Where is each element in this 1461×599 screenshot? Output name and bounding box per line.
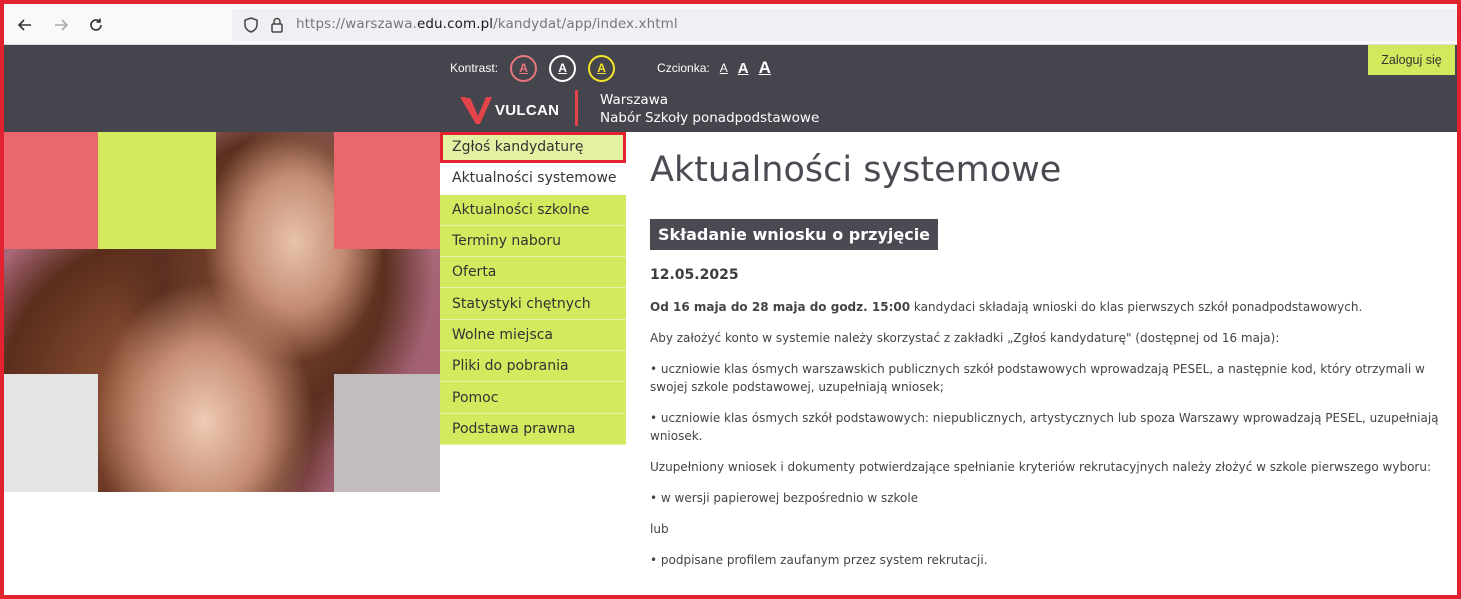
menu-item-wolne-miejsca[interactable]: Wolne miejsca xyxy=(440,319,626,352)
main-content: Aktualności systemowe Składanie wniosku … xyxy=(650,150,1445,569)
site-header: Kontrast: A A A Czcionka: A A A Zaloguj … xyxy=(4,45,1457,132)
contrast-label: Kontrast: xyxy=(450,61,499,75)
reload-button[interactable] xyxy=(83,12,109,38)
news-paragraph: • uczniowie klas ósmych szkół podstawowy… xyxy=(650,411,1439,443)
news-paragraph-text: kandydaci składają wnioski do klas pierw… xyxy=(910,300,1363,314)
contrast-white-button[interactable]: A xyxy=(549,54,577,82)
site-system-name: Nabór Szkoły ponadpodstawowe xyxy=(600,110,820,126)
url-text[interactable]: https://warszawa.edu.com.pl/kandydat/app… xyxy=(296,16,678,32)
shield-icon[interactable] xyxy=(242,16,260,34)
hero-photo xyxy=(4,132,440,492)
menu-item-zglos-kandydature[interactable]: Zgłoś kandydaturę xyxy=(440,132,626,164)
reload-icon xyxy=(90,18,102,31)
news-paragraph: lub xyxy=(650,522,669,536)
vulcan-logo[interactable]: VULCAN xyxy=(459,93,559,127)
side-menu: Zgłoś kandydaturę Aktualności systemowe … xyxy=(440,132,626,445)
news-deadline: Od 16 maja do 28 maja do godz. 15:00 xyxy=(650,300,911,314)
lock-icon[interactable] xyxy=(268,16,286,34)
font-size-label: Czcionka: xyxy=(657,61,710,75)
vulcan-logo-icon xyxy=(460,96,492,124)
logo-text: VULCAN xyxy=(495,101,560,119)
contrast-default-button[interactable]: A xyxy=(510,54,538,82)
browser-toolbar: https://warszawa.edu.com.pl/kandydat/app… xyxy=(4,4,1457,45)
menu-item-aktualnosci-szkolne[interactable]: Aktualności szkolne xyxy=(440,194,626,226)
logo-divider xyxy=(575,90,578,126)
page-title: Aktualności systemowe xyxy=(650,150,1062,190)
font-large-button[interactable]: A xyxy=(759,58,771,78)
address-bar[interactable]: https://warszawa.edu.com.pl/kandydat/app… xyxy=(232,9,1457,41)
login-button[interactable]: Zaloguj się xyxy=(1368,45,1455,75)
decor-tile-red xyxy=(334,132,440,249)
arrow-left-icon xyxy=(17,19,31,31)
news-paragraph: Od 16 maja do 28 maja do godz. 15:00 kan… xyxy=(650,298,1445,316)
menu-item-oferta[interactable]: Oferta xyxy=(440,257,626,289)
font-small-button[interactable]: A xyxy=(720,61,728,75)
news-paragraph: • podpisane profilem zaufanym przez syst… xyxy=(650,553,988,567)
forward-button[interactable] xyxy=(48,12,74,38)
news-date: 12.05.2025 xyxy=(650,267,739,283)
site-city: Warszawa xyxy=(600,92,669,108)
site-name: Warszawa Nabór Szkoły ponadpodstawowe xyxy=(600,91,819,127)
menu-item-aktualnosci-systemowe[interactable]: Aktualności systemowe xyxy=(440,163,626,195)
decor-tile-grey xyxy=(334,374,440,492)
decor-tile-red xyxy=(4,132,98,249)
news-heading: Składanie wniosku o przyjęcie xyxy=(650,219,939,250)
news-paragraph: • uczniowie klas ósmych warszawskich pub… xyxy=(650,362,1425,394)
menu-item-terminy-naboru[interactable]: Terminy naboru xyxy=(440,225,626,258)
news-paragraph: • w wersji papierowej bezpośrednio w szk… xyxy=(650,491,919,505)
font-medium-button[interactable]: A xyxy=(738,60,749,77)
decor-tile-grey xyxy=(4,374,98,492)
accessibility-controls: Kontrast: A A A Czcionka: A A A xyxy=(450,54,771,82)
menu-item-pliki-do-pobrania[interactable]: Pliki do pobrania xyxy=(440,351,626,383)
menu-item-podstawa-prawna[interactable]: Podstawa prawna xyxy=(440,413,626,445)
news-paragraph: Aby założyć konto w systemie należy skor… xyxy=(650,331,1280,345)
back-button[interactable] xyxy=(12,12,38,38)
arrow-right-icon xyxy=(55,19,69,31)
decor-tile-lime xyxy=(98,132,216,249)
menu-item-statystyki-chetnych[interactable]: Statystyki chętnych xyxy=(440,288,626,320)
news-paragraph: Uzupełniony wniosek i dokumenty potwierd… xyxy=(650,460,1431,474)
contrast-yellow-button[interactable]: A xyxy=(588,54,616,82)
menu-item-pomoc[interactable]: Pomoc xyxy=(440,382,626,414)
